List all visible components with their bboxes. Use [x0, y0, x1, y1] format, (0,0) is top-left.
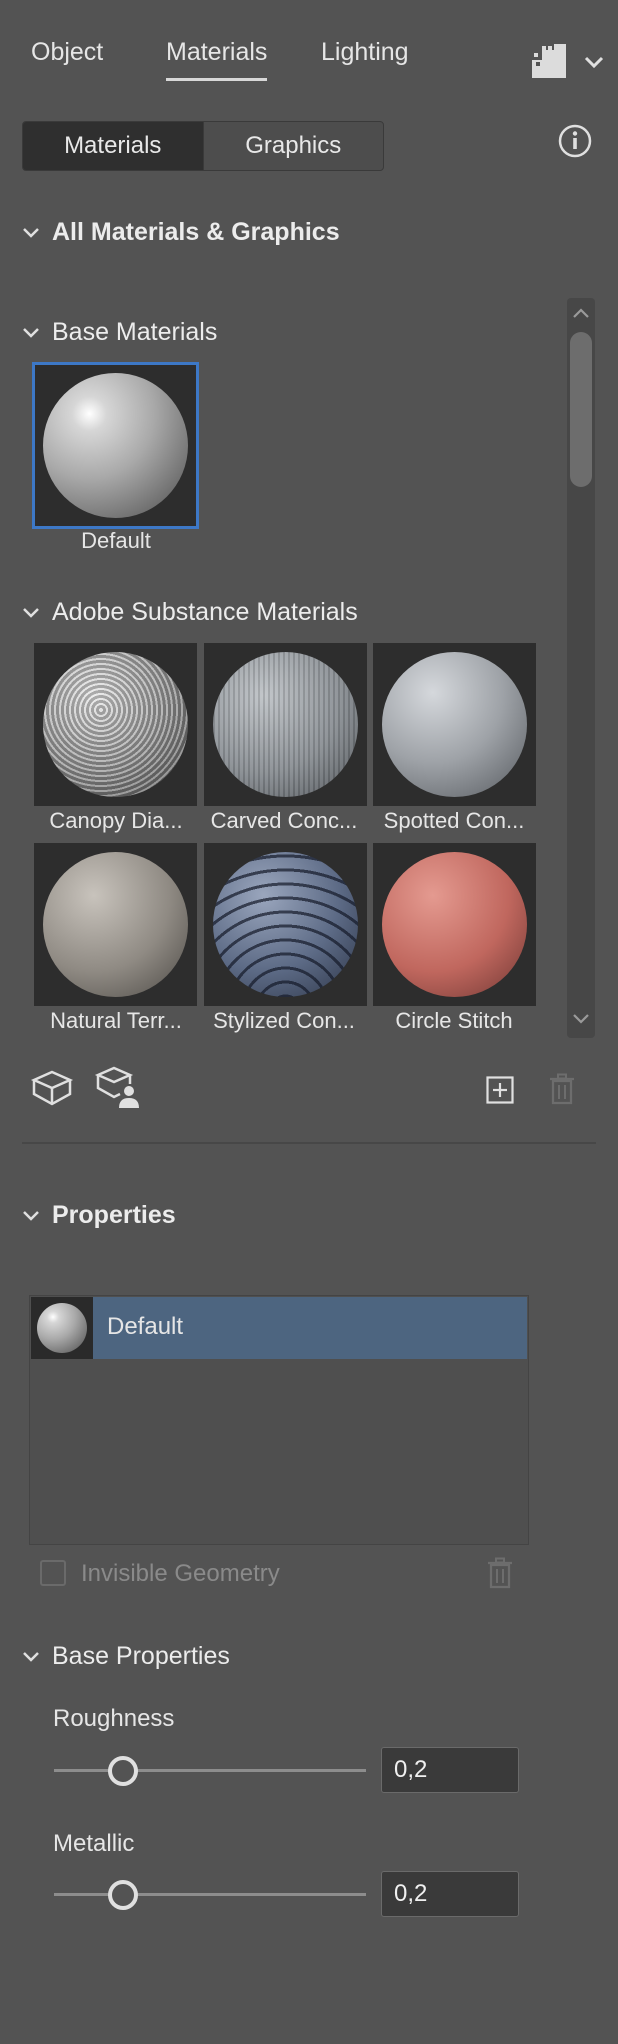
material-label: Natural Terr... — [50, 1008, 182, 1033]
section-properties[interactable]: Properties — [20, 1201, 176, 1230]
material-tile-stylized[interactable] — [204, 843, 367, 1006]
roughness-slider-handle[interactable] — [108, 1756, 138, 1786]
tab-object[interactable]: Object — [31, 38, 103, 67]
section-base-properties[interactable]: Base Properties — [20, 1642, 230, 1671]
segment-materials[interactable]: Materials — [23, 122, 203, 170]
scroll-up-icon[interactable] — [571, 306, 591, 320]
material-tile-canopy[interactable] — [34, 643, 197, 806]
metallic-slider[interactable] — [54, 1893, 366, 1896]
material-list-row[interactable]: Default — [31, 1297, 527, 1359]
section-base-materials[interactable]: Base Materials — [20, 318, 217, 347]
chevron-down-icon — [23, 1210, 39, 1221]
divider — [22, 1142, 596, 1144]
trash-icon — [486, 1557, 514, 1589]
material-label: Carved Conc... — [210, 808, 358, 833]
chevron-down-icon — [23, 327, 39, 338]
material-preview — [382, 652, 527, 797]
metallic-label: Metallic — [53, 1830, 135, 1857]
trash-icon — [548, 1073, 576, 1105]
section-title: All Materials & Graphics — [52, 218, 340, 246]
add-icon[interactable] — [486, 1076, 514, 1104]
material-tile-circle-stitch[interactable] — [373, 843, 536, 1006]
roughness-label: Roughness — [53, 1705, 175, 1732]
material-preview — [213, 852, 358, 997]
material-preview — [382, 852, 527, 997]
material-preview — [213, 652, 358, 797]
scrollbar-thumb[interactable] — [570, 332, 592, 487]
segment-graphics[interactable]: Graphics — [202, 122, 384, 170]
roughness-input[interactable]: 0,2 — [381, 1747, 519, 1793]
material-name: Default — [107, 1313, 184, 1340]
scroll-down-icon[interactable] — [571, 1012, 591, 1026]
material-label: Circle Stitch — [395, 1008, 513, 1033]
cube-user-icon[interactable] — [94, 1064, 144, 1110]
materials-graphics-toggle: Materials Graphics — [22, 121, 384, 171]
tab-materials[interactable]: Materials — [166, 38, 268, 81]
chevron-down-icon — [23, 227, 39, 238]
info-icon[interactable] — [558, 124, 592, 158]
material-list: Default — [29, 1295, 529, 1545]
chevron-down-icon — [23, 1651, 39, 1662]
section-all-materials[interactable]: All Materials & Graphics — [20, 218, 340, 247]
material-preview — [43, 652, 188, 797]
tab-lighting[interactable]: Lighting — [321, 38, 409, 67]
material-label: Spotted Con... — [383, 808, 525, 833]
material-tile-default[interactable] — [32, 362, 199, 529]
section-title: Base Properties — [52, 1642, 230, 1670]
section-substance-materials[interactable]: Adobe Substance Materials — [20, 598, 358, 627]
section-title: Properties — [52, 1201, 176, 1229]
material-tile-natural[interactable] — [34, 843, 197, 1006]
material-tile-spotted[interactable] — [373, 643, 536, 806]
cube-icon[interactable] — [30, 1068, 74, 1108]
chevron-down-icon[interactable] — [583, 54, 605, 70]
material-preview — [43, 852, 188, 997]
material-preview — [43, 373, 188, 518]
material-label: Default — [81, 528, 151, 553]
metallic-slider-handle[interactable] — [108, 1880, 138, 1910]
material-label: Stylized Con... — [213, 1008, 355, 1033]
material-thumbnail — [31, 1297, 93, 1359]
section-title: Base Materials — [52, 318, 218, 346]
chevron-down-icon — [23, 607, 39, 618]
material-label: Canopy Dia... — [49, 808, 183, 833]
material-tile-carved[interactable] — [204, 643, 367, 806]
panel-menu-icon[interactable] — [530, 44, 570, 80]
invisible-geometry-label: Invisible Geometry — [81, 1560, 280, 1587]
roughness-slider[interactable] — [54, 1769, 366, 1772]
invisible-geometry-checkbox[interactable] — [40, 1560, 66, 1586]
section-title: Adobe Substance Materials — [52, 598, 358, 626]
metallic-input[interactable]: 0,2 — [381, 1871, 519, 1917]
material-preview — [37, 1303, 87, 1353]
